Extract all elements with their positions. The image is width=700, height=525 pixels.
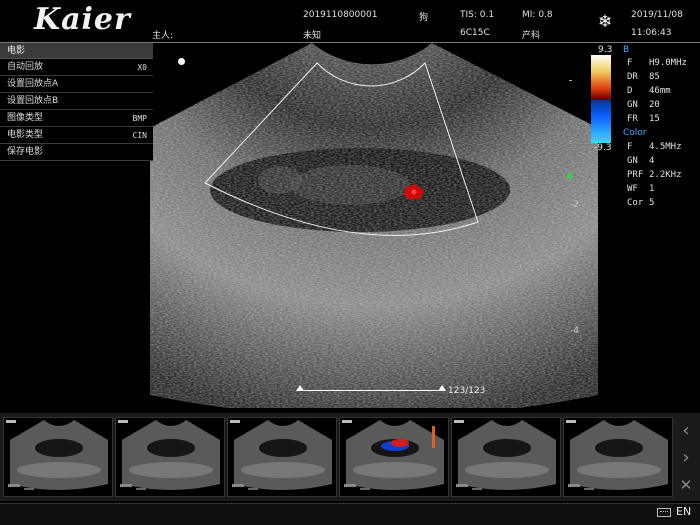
menu-item-label: 图像类型: [7, 113, 44, 123]
menu-item-label: 电影类型: [7, 130, 44, 140]
b-param-key: D: [627, 86, 633, 96]
menu-item-value: CIN: [132, 131, 147, 140]
color-param-value: 2.2KHz: [649, 170, 682, 180]
input-language[interactable]: EN: [676, 505, 691, 518]
depth-label: -4: [570, 326, 579, 336]
brand-logo: Kaier: [34, 2, 131, 37]
b-param-key: DR: [627, 72, 638, 82]
color-param-key: PRF: [627, 170, 644, 180]
mi-value: MI: 0.8: [522, 10, 553, 20]
thumbnail-6[interactable]: [563, 417, 673, 497]
color-param-key: Cor: [627, 198, 644, 208]
focus-marker[interactable]: [566, 172, 571, 180]
snowflake-icon[interactable]: ❄: [598, 12, 612, 32]
species: 狗: [419, 13, 429, 23]
colorbar-min: -9.3: [594, 143, 612, 153]
thumbnail-2[interactable]: [115, 417, 225, 497]
color-param-key: F: [627, 142, 633, 152]
frame-counter: 123/123: [448, 386, 486, 396]
color-param-value: 5: [649, 198, 655, 208]
b-param-value: 46mm: [649, 86, 671, 96]
patient-id: 2019110800001: [303, 10, 378, 20]
owner-label: 主人:: [152, 31, 174, 41]
cine-slider-track[interactable]: [300, 390, 444, 391]
menu-item-image-type[interactable]: 图像类型 BMP: [0, 110, 153, 127]
time: 11:06:43: [631, 28, 672, 38]
thumbnail-5[interactable]: [451, 417, 561, 497]
b-param-key: FR: [627, 114, 638, 124]
menu-item-label: 设置回放点A: [7, 79, 59, 89]
b-param-value: 20: [649, 100, 660, 110]
menu-item-label: 保存电影: [7, 147, 44, 157]
b-param-key: GN: [627, 100, 638, 110]
cine-start-marker[interactable]: [296, 385, 304, 391]
keyboard-icon[interactable]: [657, 508, 671, 517]
depth-tick: [569, 141, 572, 142]
thumbnail-1[interactable]: [3, 417, 113, 497]
menu-item-set-point-b[interactable]: 设置回放点B: [0, 93, 153, 110]
menu-item-label: 设置回放点B: [7, 96, 59, 106]
date: 2019/11/08: [631, 10, 683, 20]
b-mode-label: B: [623, 45, 630, 55]
menu-item-auto-play[interactable]: 自动回放 X0: [0, 59, 153, 76]
status-bar: [0, 503, 700, 525]
color-velocity-bar: [591, 55, 611, 143]
color-param-value: 4: [649, 156, 655, 166]
b-param-key: F: [627, 58, 633, 68]
b-param-value: 15: [649, 114, 660, 124]
depth-tick: [569, 268, 572, 269]
color-mode-label: Color: [623, 128, 647, 138]
menu-item-value: X0: [137, 63, 147, 72]
thumbnail-4[interactable]: [339, 417, 449, 497]
probe-orientation-marker: [178, 58, 185, 65]
color-param-key: WF: [627, 184, 638, 194]
menu-item-cine-type[interactable]: 电影类型 CIN: [0, 127, 153, 144]
exam-type: 产科: [522, 31, 541, 41]
menu-item-label: 自动回放: [7, 62, 44, 72]
thumbnail-3[interactable]: [227, 417, 337, 497]
thumbnail-prev-icon[interactable]: ‹: [676, 420, 696, 442]
colorbar-max: 9.3: [598, 45, 613, 55]
color-param-value: 1: [649, 184, 655, 194]
tis-value: TIS: 0.1: [460, 10, 495, 20]
cine-end-marker[interactable]: [438, 385, 446, 391]
b-param-value: 85: [649, 72, 660, 82]
menu-item-save-cine[interactable]: 保存电影: [0, 144, 153, 161]
patient-name: 未知: [303, 31, 322, 41]
b-param-value: H9.0MHz: [649, 58, 687, 68]
menu-item-set-point-a[interactable]: 设置回放点A: [0, 76, 153, 93]
depth-label: -2: [570, 200, 579, 210]
probe-name: 6C15C: [460, 28, 490, 38]
thumbnail-next-icon[interactable]: ›: [676, 447, 696, 469]
color-param-key: GN: [627, 156, 638, 166]
color-param-value: 4.5MHz: [649, 142, 682, 152]
cine-menu-title: 电影: [0, 43, 153, 59]
menu-item-value: BMP: [132, 114, 147, 123]
depth-tick: [569, 80, 572, 81]
cine-menu: 电影 自动回放 X0 设置回放点A 设置回放点B 图像类型 BMP 电影类型 C…: [0, 43, 153, 161]
thumbnail-delete-icon[interactable]: ✕: [676, 474, 696, 496]
